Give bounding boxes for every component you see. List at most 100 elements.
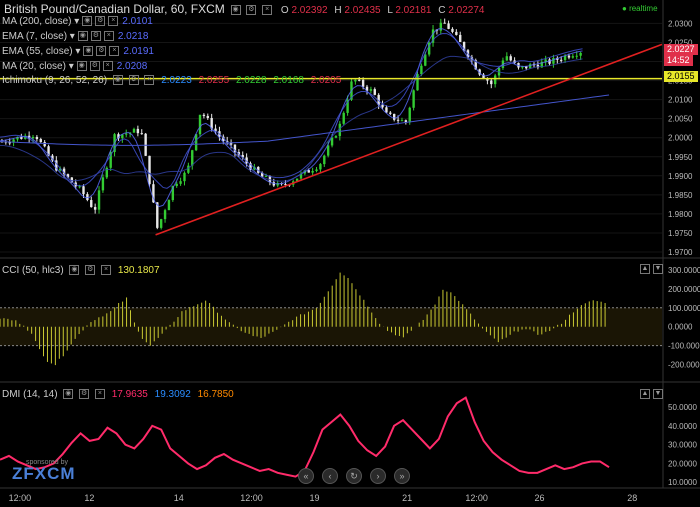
candle-body bbox=[575, 55, 578, 57]
candle-body bbox=[191, 150, 194, 166]
jump-last-button[interactable]: » bbox=[394, 468, 410, 484]
candle-body bbox=[361, 79, 365, 87]
cci-value: 130.1807 bbox=[117, 265, 160, 276]
jump-first-button[interactable]: « bbox=[298, 468, 314, 484]
settings-icon[interactable]: ⚙ bbox=[85, 265, 96, 276]
candle-body bbox=[202, 114, 206, 116]
low-value: 2.02181 bbox=[395, 5, 432, 16]
close-icon[interactable]: × bbox=[109, 46, 120, 57]
close-icon[interactable]: × bbox=[262, 5, 273, 16]
indicator-row[interactable]: MA (200, close) ▾ ◉ ⚙ × 2.0101 bbox=[2, 16, 153, 27]
close-icon[interactable]: × bbox=[102, 61, 113, 72]
price-tick-label: 2.0300 bbox=[668, 19, 693, 28]
close-icon[interactable]: × bbox=[108, 16, 119, 27]
ichimoku-label: Ichimoku (9, 26, 52, 26) bbox=[2, 75, 108, 86]
pane-up-icon[interactable]: ▲ bbox=[640, 264, 650, 275]
indicator-row[interactable]: EMA (7, close) ▾ ◉ ⚙ × 2.0218 bbox=[2, 31, 148, 42]
scroll-left-button[interactable]: ‹ bbox=[322, 468, 338, 484]
candle-body bbox=[183, 172, 186, 182]
visibility-icon[interactable]: ◉ bbox=[63, 389, 74, 400]
candle-body bbox=[505, 56, 509, 61]
time-tick-label: 14 bbox=[174, 493, 184, 503]
candle-body bbox=[198, 114, 202, 135]
close-icon[interactable]: × bbox=[94, 389, 105, 400]
candle-body bbox=[373, 89, 376, 95]
time-tick-label: 28 bbox=[627, 493, 637, 503]
candle-body bbox=[315, 169, 318, 172]
candle-body bbox=[451, 28, 454, 32]
dmi-tick-label: 40.0000 bbox=[668, 422, 697, 431]
candle-body bbox=[392, 113, 396, 120]
symbol-title[interactable]: British Pound/Canadian Dollar, 60, FXCM bbox=[4, 2, 225, 16]
settings-icon[interactable]: ⚙ bbox=[95, 16, 106, 27]
visibility-icon[interactable]: ◉ bbox=[230, 5, 241, 16]
candle-body bbox=[326, 145, 330, 156]
visibility-icon[interactable]: ◉ bbox=[69, 265, 80, 276]
candle-body bbox=[552, 57, 555, 64]
ichimoku-legend[interactable]: Ichimoku (9, 26, 52, 26) ◉ ⚙ × 2.0223 2.… bbox=[2, 75, 341, 86]
cci-tick-label: 200.0000 bbox=[668, 285, 700, 294]
candle-body bbox=[579, 52, 582, 56]
price-tick-label: 2.0100 bbox=[668, 96, 693, 105]
indicator-label: MA (200, close) ▾ bbox=[2, 16, 80, 27]
price-tick-label: 2.0050 bbox=[668, 115, 693, 124]
visibility-icon[interactable]: ◉ bbox=[82, 16, 93, 27]
visibility-icon[interactable]: ◉ bbox=[76, 61, 87, 72]
candle-body bbox=[31, 136, 35, 139]
close-icon[interactable]: × bbox=[101, 265, 112, 276]
reset-button[interactable]: ↻ bbox=[346, 468, 362, 484]
candle-body bbox=[311, 171, 314, 173]
settings-icon[interactable]: ⚙ bbox=[246, 5, 257, 16]
open-label: O bbox=[280, 5, 289, 16]
candle-body bbox=[35, 136, 39, 140]
close-icon[interactable]: × bbox=[103, 31, 114, 42]
pane-down-icon[interactable]: ▼ bbox=[653, 264, 663, 275]
candle-body bbox=[396, 119, 400, 121]
indicator-row[interactable]: MA (20, close) ▾ ◉ ⚙ × 2.0208 bbox=[2, 61, 147, 72]
settings-icon[interactable]: ⚙ bbox=[128, 75, 139, 86]
settings-icon[interactable]: ⚙ bbox=[89, 61, 100, 72]
candle-body bbox=[163, 210, 167, 220]
open-value: 2.02392 bbox=[291, 5, 328, 16]
candle-body bbox=[559, 59, 563, 61]
realtime-label: realtime bbox=[629, 4, 658, 13]
candle-body bbox=[493, 75, 497, 85]
price-tick-label: 1.9900 bbox=[668, 172, 693, 181]
dmi-tick-label: 30.0000 bbox=[668, 441, 697, 450]
scroll-right-button[interactable]: › bbox=[370, 468, 386, 484]
candle-body bbox=[125, 133, 128, 135]
settings-icon[interactable]: ⚙ bbox=[96, 46, 107, 57]
visibility-icon[interactable]: ◉ bbox=[77, 31, 88, 42]
dmi-tick-label: 50.0000 bbox=[668, 403, 697, 412]
low-label: L bbox=[387, 5, 393, 16]
candle-body bbox=[8, 142, 11, 144]
candle-body bbox=[412, 90, 415, 108]
price-tick-label: 1.9750 bbox=[668, 229, 693, 238]
candle-body bbox=[43, 142, 46, 147]
dmi-label: DMI (14, 14) bbox=[2, 389, 58, 400]
price-tick-label: 2.0000 bbox=[668, 134, 693, 143]
pane-up-icon[interactable]: ▲ bbox=[640, 389, 650, 400]
candle-body bbox=[424, 54, 427, 66]
indicator-label: EMA (7, close) ▾ bbox=[2, 31, 75, 42]
indicator-row[interactable]: EMA (55, close) ▾ ◉ ⚙ × 2.0191 bbox=[2, 46, 154, 57]
visibility-icon[interactable]: ◉ bbox=[112, 75, 123, 86]
pane-down-icon[interactable]: ▼ bbox=[653, 389, 663, 400]
candle-body bbox=[381, 104, 384, 108]
candle-body bbox=[490, 80, 493, 85]
candle-body bbox=[307, 170, 310, 173]
indicator-value: 2.0101 bbox=[122, 16, 153, 27]
candle-body bbox=[264, 176, 268, 178]
settings-icon[interactable]: ⚙ bbox=[90, 31, 101, 42]
close-icon[interactable]: × bbox=[144, 75, 155, 86]
time-tick-label: 12:00 bbox=[465, 493, 488, 503]
time-tick-label: 21 bbox=[402, 493, 412, 503]
settings-icon[interactable]: ⚙ bbox=[79, 389, 90, 400]
indicator-value: 2.0218 bbox=[117, 31, 149, 42]
dmi-legend[interactable]: DMI (14, 14) ◉ ⚙ × 17.9635 19.3092 16.78… bbox=[2, 389, 234, 400]
candle-body bbox=[97, 190, 101, 210]
cci-legend[interactable]: CCI (50, hlc3) ◉ ⚙ × 130.1807 bbox=[2, 265, 160, 276]
candle-body bbox=[132, 128, 136, 133]
visibility-icon[interactable]: ◉ bbox=[83, 46, 94, 57]
candle-body bbox=[167, 200, 171, 211]
